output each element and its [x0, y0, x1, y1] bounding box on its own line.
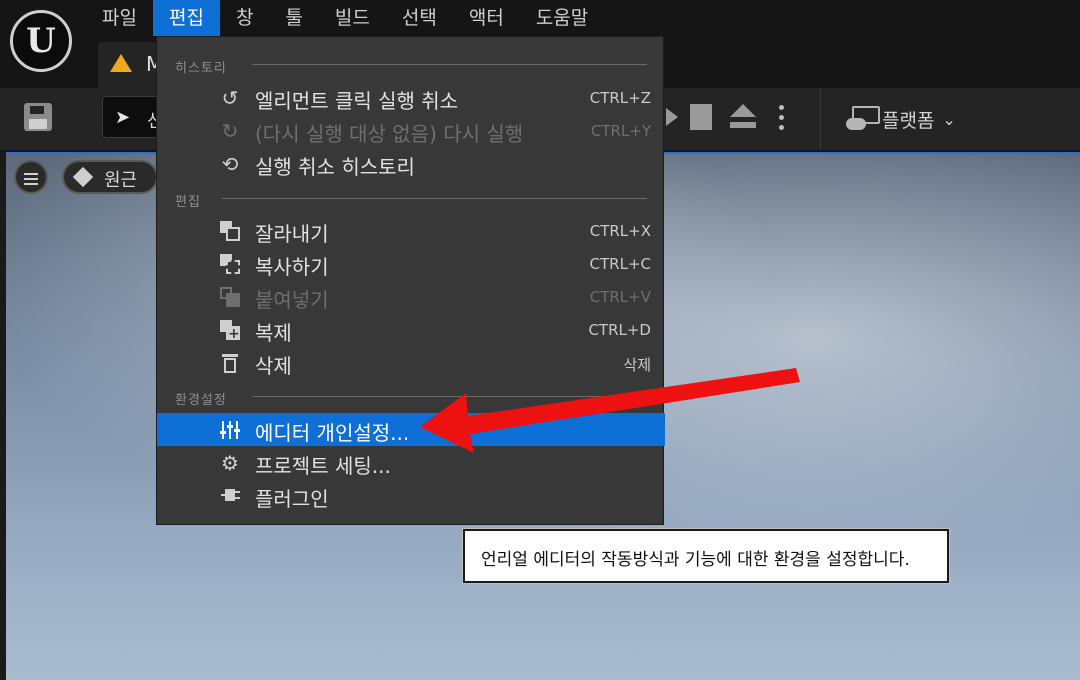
- menu-build[interactable]: 빌드: [319, 0, 386, 36]
- paste-item: 붙여넣기 CTRL+V: [157, 280, 665, 313]
- plugins-item[interactable]: 플러그인: [157, 479, 665, 512]
- cut-label: 잘라내기: [255, 222, 329, 246]
- undo-history-item[interactable]: ⟲ 실행 취소 히스토리: [157, 147, 665, 180]
- copy-label: 복사하기: [255, 255, 329, 279]
- paste-shortcut: CTRL+V: [589, 288, 651, 306]
- undo-icon: ↺: [221, 86, 239, 110]
- platforms-icon: [846, 106, 880, 132]
- edit-header: 편집: [175, 195, 201, 210]
- level-icon: [110, 54, 132, 72]
- platforms-label: 플랫폼: [882, 109, 935, 132]
- redo-icon: ↻: [221, 119, 239, 143]
- select-mode-button[interactable]: ➤ 선: [102, 96, 164, 138]
- editor-preferences-label: 에디터 개인설정...: [255, 421, 410, 445]
- undo-history-label: 실행 취소 히스토리: [255, 155, 415, 179]
- paste-label: 붙여넣기: [255, 288, 329, 312]
- copy-item[interactable]: 복사하기 CTRL+C: [157, 247, 665, 280]
- undo-label: 엘리먼트 클릭 실행 취소: [255, 89, 459, 113]
- plugin-icon: [219, 485, 241, 507]
- undo-history-icon: ⟲: [221, 152, 239, 176]
- redo-item: ↻ (다시 실행 대상 없음) 다시 실행 CTRL+Y: [157, 114, 665, 147]
- duplicate-shortcut: CTRL+D: [588, 321, 651, 339]
- menu-bar: 파일 편집 창 툴 빌드 선택 액터 도움말: [86, 0, 604, 36]
- more-icon[interactable]: [776, 102, 786, 134]
- eject-icon[interactable]: [730, 104, 756, 130]
- delete-icon: [219, 352, 241, 374]
- undo-item[interactable]: ↺ 엘리먼트 클릭 실행 취소 CTRL+Z: [157, 81, 665, 114]
- redo-shortcut: CTRL+Y: [590, 122, 651, 140]
- redo-label: (다시 실행 대상 없음) 다시 실행: [255, 122, 524, 146]
- cut-item[interactable]: 잘라내기 CTRL+X: [157, 214, 665, 247]
- toolbar-divider: [820, 88, 821, 150]
- hamburger-icon[interactable]: [14, 160, 48, 194]
- copy-shortcut: CTRL+C: [589, 255, 651, 273]
- platforms-button[interactable]: 플랫폼 ⌄: [846, 102, 956, 136]
- unreal-logo[interactable]: U: [10, 10, 72, 72]
- menu-select[interactable]: 선택: [386, 0, 453, 36]
- paste-icon: [219, 286, 241, 308]
- project-settings-icon: ⚙: [221, 451, 239, 475]
- annotation-arrow: [420, 368, 800, 453]
- play-icon[interactable]: [666, 108, 678, 126]
- stop-icon[interactable]: [690, 104, 712, 130]
- divider: [252, 64, 647, 65]
- duplicate-item[interactable]: + 복제 CTRL+D: [157, 313, 665, 346]
- settings-header: 환경설정: [175, 393, 227, 408]
- delete-label: 삭제: [255, 354, 292, 378]
- copy-icon: [219, 253, 241, 275]
- duplicate-icon: +: [219, 319, 241, 342]
- cut-icon: [219, 220, 241, 242]
- plugins-label: 플러그인: [255, 487, 329, 511]
- select-mode-icon: ➤: [115, 107, 131, 128]
- save-icon[interactable]: [24, 103, 52, 131]
- perspective-label: 원근: [104, 170, 138, 191]
- menu-tools[interactable]: 툴: [269, 0, 318, 36]
- menu-help[interactable]: 도움말: [520, 0, 604, 36]
- tooltip-text: 언리얼 에디터의 작동방식과 기능에 대한 환경을 설정합니다.: [481, 550, 910, 570]
- project-settings-label: 프로젝트 세팅...: [255, 454, 391, 478]
- cut-shortcut: CTRL+X: [589, 222, 651, 240]
- menu-edit[interactable]: 편집: [152, 0, 220, 36]
- divider: [222, 198, 647, 199]
- sliders-icon: [219, 419, 241, 441]
- undo-shortcut: CTRL+Z: [589, 89, 651, 107]
- perspective-icon: [72, 166, 94, 188]
- menu-file[interactable]: 파일: [86, 0, 153, 36]
- perspective-button[interactable]: 원근: [62, 160, 158, 194]
- tooltip: 언리얼 에디터의 작동방식과 기능에 대한 환경을 설정합니다.: [463, 529, 949, 583]
- chevron-down-icon: ⌄: [942, 109, 956, 129]
- duplicate-label: 복제: [255, 321, 292, 345]
- history-header: 히스토리: [175, 61, 227, 76]
- menu-window[interactable]: 창: [220, 0, 269, 36]
- menu-actor[interactable]: 액터: [453, 0, 520, 36]
